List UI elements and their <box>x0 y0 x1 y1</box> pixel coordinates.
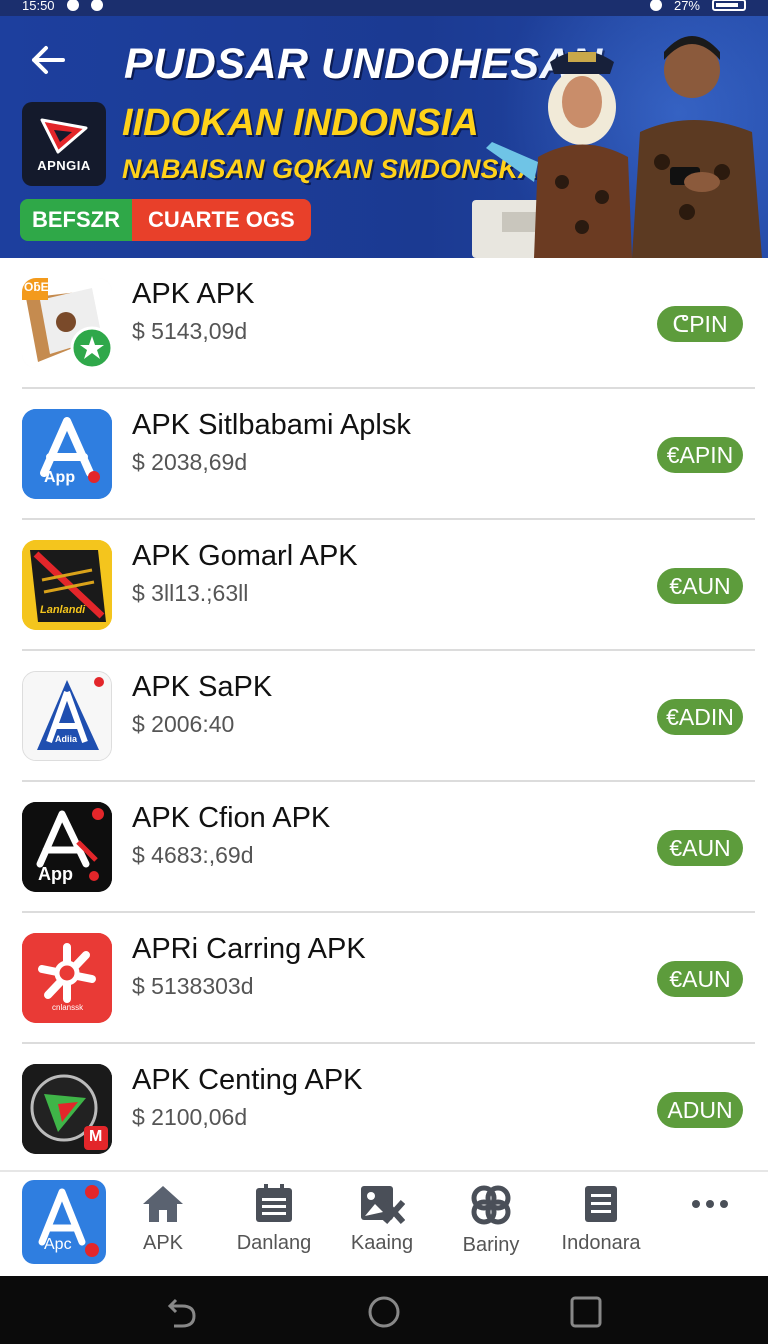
app-price: $ 2100,06d <box>132 1104 248 1130</box>
nav-item-danlang[interactable]: Danlang <box>224 1184 324 1270</box>
list-item[interactable]: M APK Centing APK $ 2100,06d ADUN <box>22 1044 755 1170</box>
app-name: APK Centing APK <box>132 1064 363 1096</box>
icon-badge-text: OƃE <box>24 280 49 294</box>
app-name: APRi Carring APK <box>132 933 366 965</box>
get-button[interactable]: €AUN <box>657 961 743 997</box>
bottom-navigation: Apc APK Danlang Kaaing Bariny Indonara <box>0 1170 768 1276</box>
image-icon <box>361 1186 405 1224</box>
notification-icon <box>90 0 103 11</box>
banner-subtitle: IIDOKAN INDONSIA <box>122 102 479 144</box>
app-list[interactable]: OƃE APK APK $ 5143,09d ᕦPIN App APK Sitl… <box>0 258 768 1170</box>
nav-item-bariny[interactable]: Bariny <box>441 1184 541 1270</box>
nav-label: APK <box>142 1232 184 1254</box>
puzzle-icon: OƃE <box>22 278 112 368</box>
nav-item-indonara[interactable]: Indonara <box>551 1184 651 1270</box>
app-price: $ 4683:,69d <box>132 842 254 868</box>
get-button[interactable]: ADUN <box>657 1092 743 1128</box>
banner-tag-right: CUARTE OGS <box>132 199 311 241</box>
app-name: APK APK <box>132 278 255 310</box>
icon-badge-text: cnlanssk <box>52 1003 84 1012</box>
icon-badge-text: Adiia <box>55 734 78 744</box>
tools-icon: cnlanssk <box>22 933 112 1023</box>
list-item[interactable]: Adiia APK SaPK $ 2006:40 €ADIN <box>22 651 755 782</box>
get-button[interactable]: ᕦPIN <box>657 306 743 342</box>
list-item[interactable]: App APK Cfion APK $ 4683:,69d €AUN <box>22 782 755 913</box>
icon-badge-text: App <box>44 469 76 486</box>
promo-banner[interactable]: PUDSAR UNDOHESAN IIDOKAN INDONSIA NABAIS… <box>0 16 768 258</box>
app-price: $ 3ll13.;63ll <box>132 580 249 606</box>
recents-icon[interactable] <box>568 1294 604 1330</box>
status-bar: 15:50 27% <box>0 0 768 16</box>
get-button[interactable]: €AUN <box>657 568 743 604</box>
nav-app-badge: Apc <box>44 1236 72 1253</box>
status-time: 15:50 <box>22 0 55 13</box>
icon-badge-text: M <box>89 1128 103 1145</box>
app-name: APK Sitlbabami Aplsk <box>132 409 411 441</box>
calendar-icon <box>256 1184 292 1222</box>
brand-logo: APNGIA <box>22 102 106 186</box>
nav-app-store[interactable]: Apc <box>22 1180 106 1264</box>
nav-label: Danlang <box>236 1232 312 1254</box>
home-circle-icon[interactable] <box>366 1294 402 1330</box>
icon-badge-text: Lanlandi <box>40 604 86 616</box>
arrow-left-icon <box>32 46 65 74</box>
home-icon <box>143 1186 183 1222</box>
nav-item-apk[interactable]: APK <box>113 1184 213 1270</box>
battery-icon <box>712 0 746 11</box>
app-store-icon: App <box>22 409 112 499</box>
people-illustration <box>472 36 762 258</box>
list-item[interactable]: Lanlandi APK Gomarl APK $ 3ll13.;63ll €A… <box>22 520 755 651</box>
nav-label: Indonara <box>561 1232 641 1254</box>
back-button[interactable] <box>26 38 70 82</box>
app-name: APK Gomarl APK <box>132 540 358 572</box>
get-button[interactable]: €ADIN <box>657 699 743 735</box>
icon-badge-text: App <box>38 864 73 884</box>
list-item[interactable]: cnlanssk APRi Carring APK $ 5138303d €AU… <box>22 913 755 1044</box>
game-icon: Lanlandi <box>22 540 112 630</box>
knot-icon <box>471 1185 511 1225</box>
app-price: $ 2006:40 <box>132 711 235 737</box>
system-navigation-bar <box>0 1276 768 1344</box>
app-store-icon: App <box>22 802 112 892</box>
nav-label: Bariny <box>462 1234 520 1256</box>
play-logo-icon <box>40 118 88 153</box>
app-price: $ 5143,09d <box>132 318 248 344</box>
banner-tag[interactable]: BEFSZR CUARTE OGS <box>20 199 311 241</box>
brand-logo-text: APNGIA <box>37 157 91 173</box>
play-icon: M <box>22 1064 112 1154</box>
banner-tag-left: BEFSZR <box>20 199 132 241</box>
nav-item-kaaing[interactable]: Kaaing <box>332 1184 432 1270</box>
more-button[interactable] <box>662 1184 758 1270</box>
wifi-icon <box>649 0 662 11</box>
back-icon[interactable] <box>164 1294 200 1330</box>
get-button[interactable]: €APIN <box>657 437 743 473</box>
list-item[interactable]: OƃE APK APK $ 5143,09d ᕦPIN <box>22 258 755 389</box>
notification-icon <box>66 0 79 11</box>
battery-level: 27% <box>673 0 700 13</box>
app-price: $ 5138303d <box>132 973 254 999</box>
app-price: $ 2038,69d <box>132 449 248 475</box>
app-name: APK Cfion APK <box>132 802 331 834</box>
app-store-icon: Adiia <box>22 671 112 761</box>
get-button[interactable]: €AUN <box>657 830 743 866</box>
app-name: APK SaPK <box>132 671 273 703</box>
list-item[interactable]: App APK Sitlbabami Aplsk $ 2038,69d €API… <box>22 389 755 520</box>
nav-label: Kaaing <box>350 1232 414 1254</box>
more-icon <box>692 1200 728 1208</box>
document-icon <box>585 1186 617 1222</box>
